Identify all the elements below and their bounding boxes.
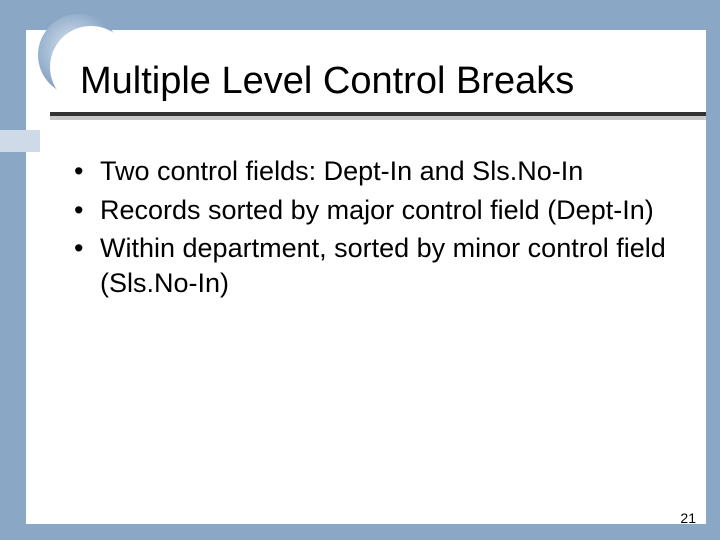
bullet-list: Two control fields: Dept-In and Sls.No-I… [74, 154, 674, 304]
bullet-text: Within department, sorted by minor contr… [100, 233, 666, 298]
bullet-item: Within department, sorted by minor contr… [74, 231, 674, 300]
left-accent-tab [0, 130, 40, 152]
page-number: 21 [680, 510, 696, 526]
bullet-text: Two control fields: Dept-In and Sls.No-I… [100, 156, 583, 186]
bullet-item: Two control fields: Dept-In and Sls.No-I… [74, 154, 674, 189]
title-underline-light [50, 116, 706, 120]
slide-title: Multiple Level Control Breaks [80, 60, 574, 103]
bullet-text: Records sorted by major control field (D… [100, 195, 654, 225]
bullet-item: Records sorted by major control field (D… [74, 193, 674, 228]
